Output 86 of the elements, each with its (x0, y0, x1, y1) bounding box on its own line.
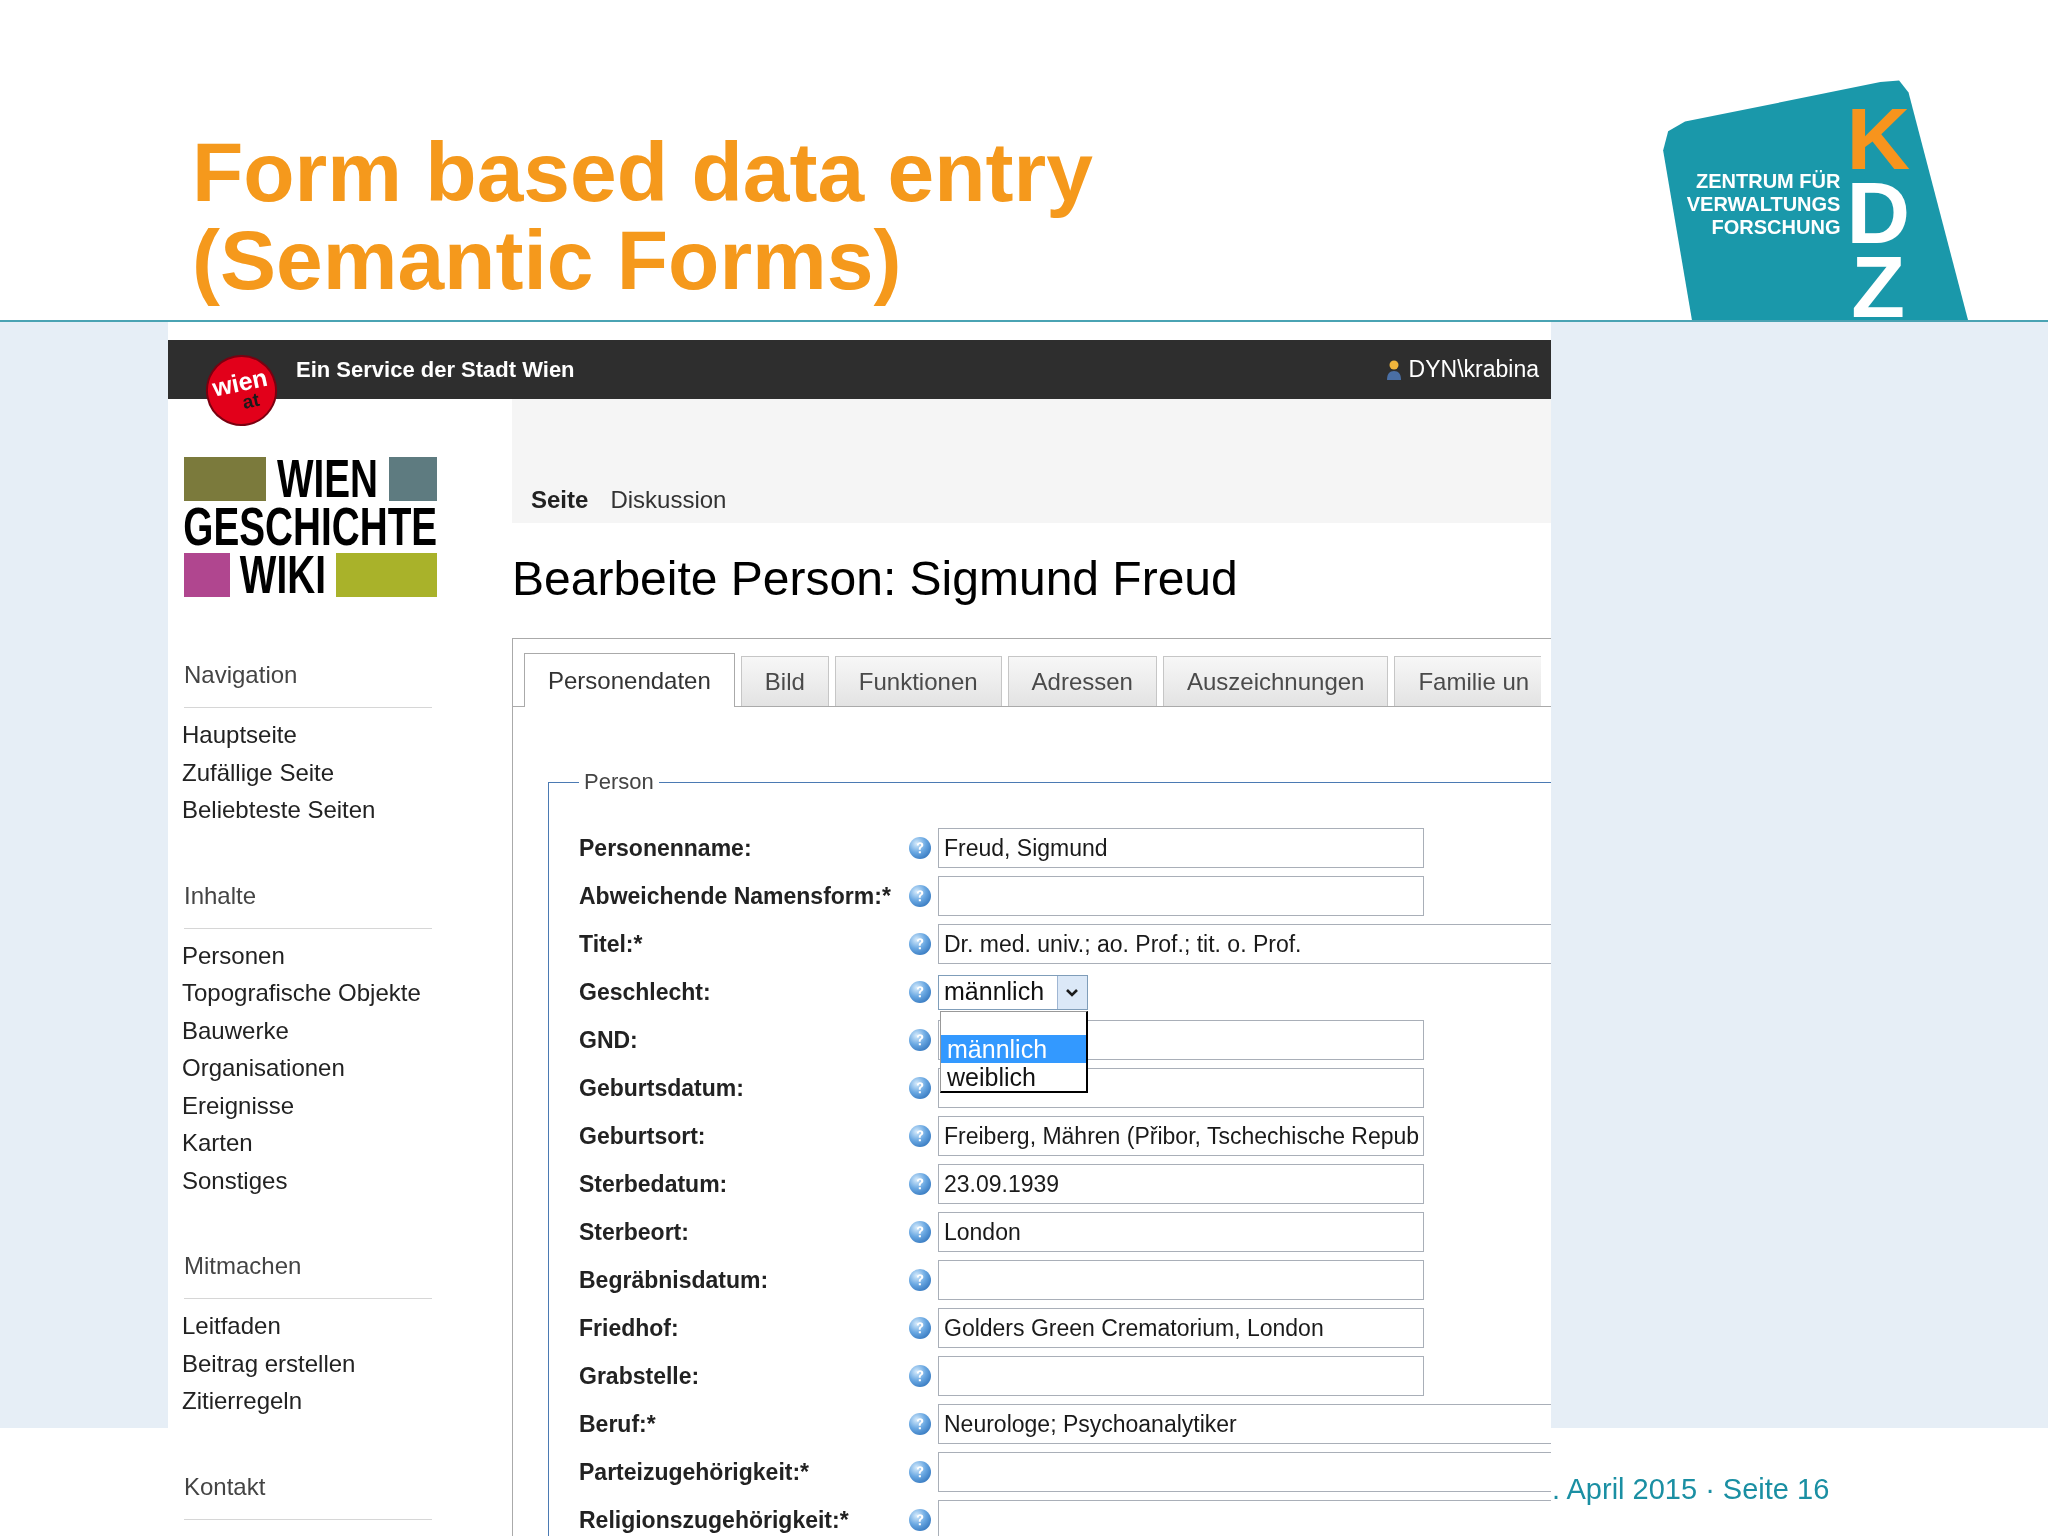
sidebar-link[interactable]: Sonstiges (182, 1161, 288, 1199)
select-field[interactable]: männlich (938, 974, 1088, 1010)
user-icon (1386, 359, 1401, 380)
text-field[interactable] (938, 1356, 1424, 1396)
help-icon[interactable] (909, 1221, 931, 1243)
help-icon[interactable] (909, 1509, 931, 1531)
page-tab[interactable]: Diskussion (610, 485, 727, 515)
form-tab[interactable]: Familie un (1394, 656, 1542, 706)
sidebar-link[interactable]: Beliebteste Seiten (182, 791, 376, 829)
field-label: Geburtsort: (579, 1121, 706, 1151)
help-icon[interactable] (909, 885, 931, 907)
text-field[interactable]: 23.09.1939 (938, 1164, 1424, 1204)
help-icon[interactable] (909, 981, 931, 1003)
sidebar-link[interactable]: Organisationen (182, 1049, 345, 1087)
help-icon[interactable] (909, 1413, 931, 1435)
logo-text: WIEN (277, 457, 379, 501)
help-icon[interactable] (909, 1461, 931, 1483)
help-icon[interactable] (909, 1077, 931, 1099)
form-tab[interactable]: Adressen (1007, 656, 1157, 706)
form-tab[interactable]: Bild (740, 656, 829, 706)
field-label: Geschlecht: (579, 977, 711, 1007)
sidebar-link[interactable]: Bauwerke (182, 1011, 289, 1049)
help-icon[interactable] (909, 1365, 931, 1387)
text-field[interactable]: Dr. med. univ.; ao. Prof.; tit. o. Prof. (938, 924, 1551, 964)
sidebar-link[interactable]: Karten (182, 1124, 253, 1162)
logo-tile (184, 553, 230, 597)
help-icon[interactable] (909, 1173, 931, 1195)
sidebar-link[interactable]: Hauptseite (182, 716, 297, 754)
text-field[interactable]: London (938, 1212, 1424, 1252)
page-tab[interactable]: Seite (531, 485, 589, 515)
field-label: Personenname: (579, 833, 752, 863)
field-label: Abweichende Namensform:* (579, 881, 891, 911)
logo-tagline: ZENTRUM FÜR VERWALTUNGS FORSCHUNG (1686, 170, 1841, 239)
help-icon[interactable] (909, 933, 931, 955)
sidebar-heading: Navigation (184, 660, 298, 690)
sidebar-link[interactable]: Leitfaden (182, 1307, 281, 1345)
slide-title: Form based data entry (Semantic Forms) (192, 128, 1093, 304)
text-field[interactable]: Freud, Sigmund (938, 828, 1424, 868)
field-label: Friedhof: (579, 1313, 679, 1343)
chevron-down-icon[interactable] (1057, 975, 1087, 1009)
field-label: Titel:* (579, 929, 643, 959)
sidebar-link[interactable]: Ereignisse (182, 1086, 295, 1124)
help-icon[interactable] (909, 1029, 931, 1051)
logo-tile (389, 457, 437, 501)
sidebar-heading: Kontakt (184, 1471, 266, 1502)
slide-footer: . April 2015 · Seite 16 (1552, 1473, 1830, 1505)
sidebar-heading: Mitmachen (184, 1251, 302, 1281)
sidebar-link[interactable]: Topografische Objekte (182, 974, 421, 1012)
logo-text: WIKI (239, 553, 326, 597)
text-field[interactable] (938, 1500, 1551, 1536)
field-label: Geburtsdatum: (579, 1073, 744, 1103)
sidebar-link[interactable]: Beitrag erstellen (182, 1344, 356, 1382)
field-label: GND: (579, 1025, 638, 1055)
user-link[interactable]: DYN\krabina (1408, 352, 1539, 387)
text-field[interactable]: Neurologe; Psychoanalytiker (938, 1404, 1551, 1444)
field-label: Parteizugehörigkeit:* (579, 1457, 810, 1487)
field-label: Sterbedatum: (579, 1169, 728, 1199)
text-field[interactable]: Golders Green Crematorium, London (938, 1308, 1424, 1348)
sidebar-heading: Inhalte (184, 880, 257, 911)
text-field[interactable] (938, 1260, 1424, 1300)
fieldset-legend: Person (579, 769, 659, 795)
service-text: Ein Service der Stadt Wien (296, 356, 575, 384)
badge-text: at (240, 390, 261, 412)
logo-letter: K (1846, 102, 1910, 176)
form-tab[interactable]: Auszeichnungen (1162, 656, 1389, 706)
text-field[interactable] (938, 1452, 1551, 1492)
help-icon[interactable] (909, 1125, 931, 1147)
help-icon[interactable] (909, 1269, 931, 1291)
field-label: Religionszugehörigkeit:* (579, 1505, 849, 1535)
field-label: Grabstelle: (579, 1361, 700, 1391)
field-label: Sterbeort: (579, 1217, 689, 1247)
sidebar-link[interactable]: Zufällige Seite (182, 753, 335, 791)
text-field[interactable]: Freiberg, Mähren (Přibor, Tschechische Repub (938, 1116, 1424, 1156)
help-icon[interactable] (909, 837, 931, 859)
field-label: Begräbnisdatum: (579, 1265, 769, 1295)
text-field[interactable] (938, 876, 1424, 916)
logo-text: GESCHICHTE (183, 505, 438, 549)
sidebar-link[interactable]: Zitierregeln (182, 1382, 303, 1420)
page-heading: Bearbeite Person: Sigmund Freud (512, 551, 1238, 607)
help-icon[interactable] (909, 1317, 931, 1339)
field-label: Beruf:* (579, 1409, 656, 1439)
sidebar-link[interactable]: Personen (182, 936, 285, 974)
form-tab[interactable]: Funktionen (834, 656, 1002, 706)
form-tab[interactable]: Personendaten (524, 653, 735, 707)
logo-letter: D (1846, 176, 1910, 250)
logo-letter: Z (1851, 250, 1906, 324)
